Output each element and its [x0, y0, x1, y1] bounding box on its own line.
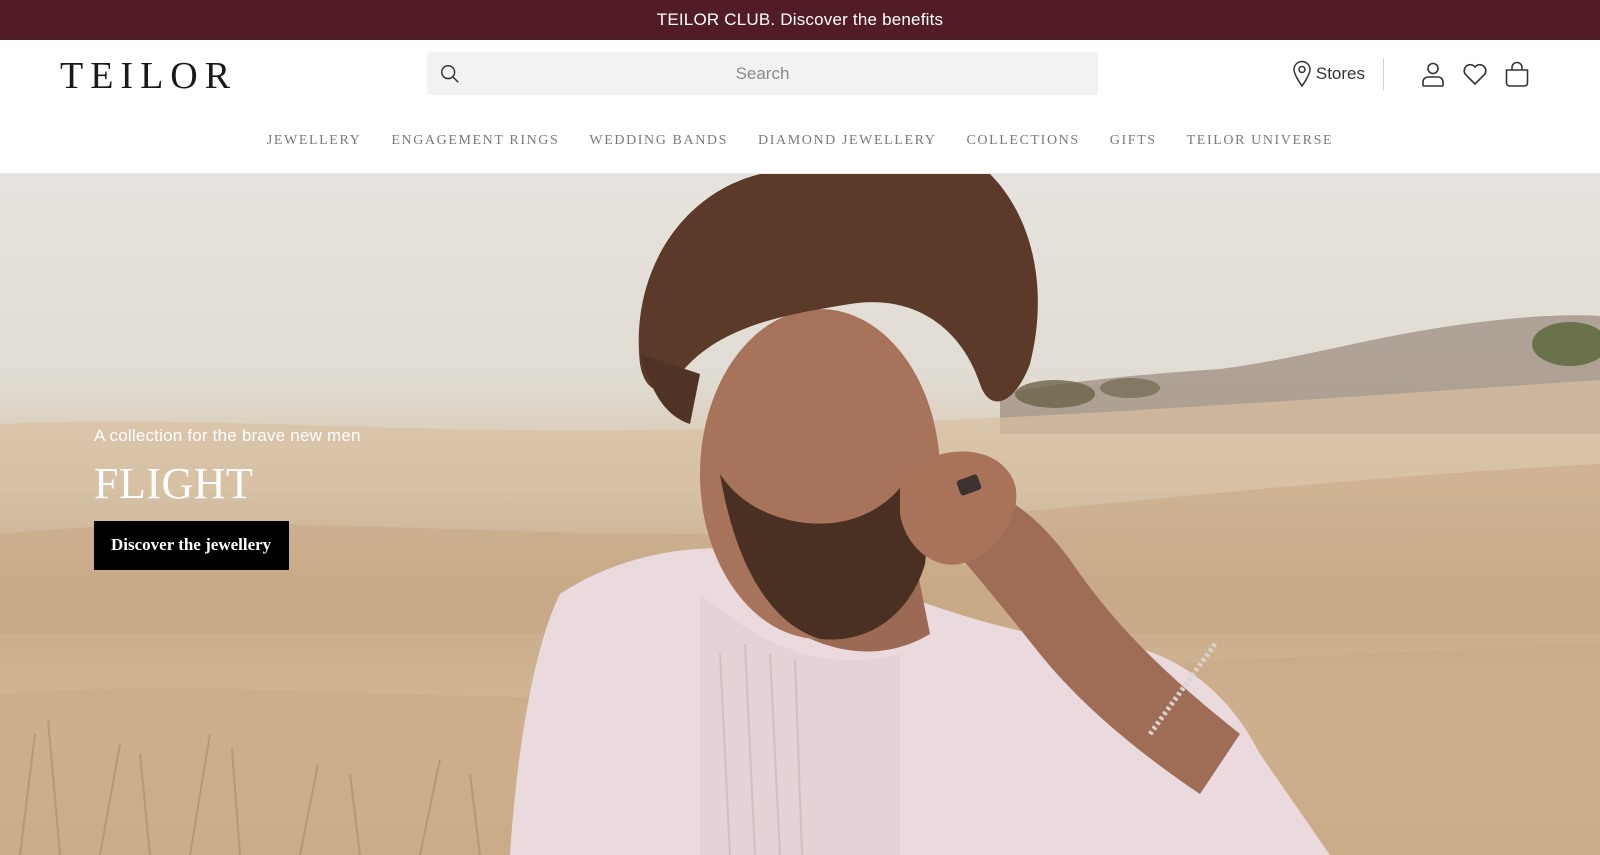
- nav-item-engagement-rings[interactable]: ENGAGEMENT RINGS: [391, 133, 559, 149]
- site-logo[interactable]: TEILOR: [60, 54, 237, 98]
- shopping-bag-icon: [1505, 61, 1529, 87]
- user-icon: [1422, 62, 1444, 87]
- nav-item-diamond-jewellery[interactable]: DIAMOND JEWELLERY: [758, 133, 936, 149]
- nav-item-collections[interactable]: COLLECTIONS: [966, 133, 1079, 149]
- site-header: TEILOR Stores: [0, 40, 1600, 174]
- stores-link[interactable]: Stores: [1292, 60, 1365, 88]
- header-divider: [1383, 58, 1384, 90]
- search-icon[interactable]: [439, 63, 461, 85]
- promo-text[interactable]: TEILOR CLUB. Discover the benefits: [657, 10, 943, 30]
- cart-button[interactable]: [1502, 59, 1532, 89]
- nav-item-wedding-bands[interactable]: WEDDING BANDS: [589, 133, 728, 149]
- nav-item-gifts[interactable]: GIFTS: [1110, 133, 1157, 149]
- discover-jewellery-button[interactable]: Discover the jewellery: [94, 521, 290, 570]
- hero-subtitle: A collection for the brave new men: [94, 426, 361, 445]
- promo-bar[interactable]: TEILOR CLUB. Discover the benefits: [0, 0, 1600, 40]
- wishlist-button[interactable]: [1460, 59, 1490, 89]
- heart-icon: [1463, 63, 1487, 86]
- hero-title: FLIGHT: [94, 459, 254, 508]
- nav-item-jewellery[interactable]: JEWELLERY: [267, 133, 362, 149]
- account-button[interactable]: [1418, 59, 1448, 89]
- header-actions: Stores: [1292, 56, 1532, 92]
- search-bar[interactable]: [427, 52, 1098, 95]
- stores-label: Stores: [1315, 64, 1365, 83]
- nav-item-teilor-universe[interactable]: TEILOR UNIVERSE: [1187, 133, 1334, 149]
- map-pin-icon: [1293, 60, 1311, 88]
- main-navigation: JEWELLERY ENGAGEMENT RINGS WEDDING BANDS…: [0, 126, 1600, 156]
- hero-content: A collection for the brave new men FLIGH…: [94, 426, 361, 570]
- hero-banner[interactable]: A collection for the brave new men FLIGH…: [0, 174, 1600, 855]
- search-input[interactable]: [427, 52, 1098, 95]
